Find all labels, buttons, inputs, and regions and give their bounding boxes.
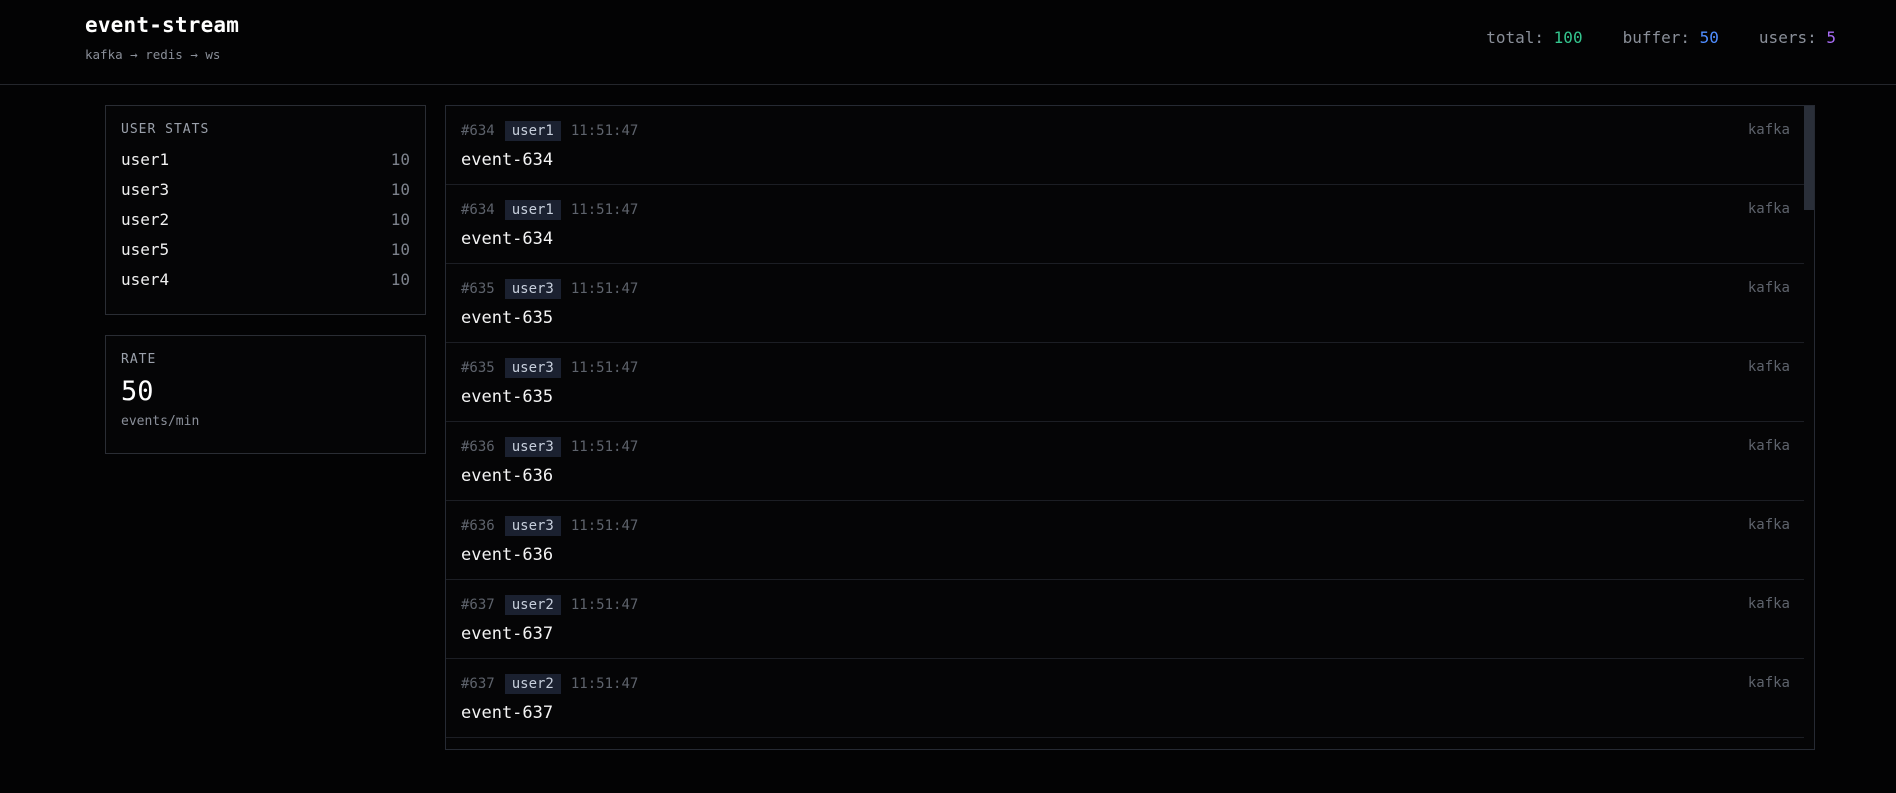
event-name: event-637 bbox=[461, 624, 554, 644]
event-id: #636 bbox=[461, 439, 495, 455]
stat-total-value: 100 bbox=[1553, 28, 1583, 47]
event-id: #637 bbox=[461, 676, 495, 692]
event-source: kafka bbox=[1747, 675, 1790, 691]
event-row[interactable]: #635 user3 11:51:47 kafka event-635 bbox=[446, 264, 1805, 343]
event-timestamp: 11:51:47 bbox=[570, 281, 639, 297]
event-row[interactable]: #636 user3 11:51:47 kafka event-636 bbox=[446, 501, 1805, 580]
user-stat-row: user4 10 bbox=[121, 264, 410, 294]
user-stat-name: user2 bbox=[121, 209, 170, 229]
rate-value: 50 bbox=[121, 376, 154, 407]
rate-unit: events/min bbox=[121, 414, 200, 429]
rate-title: RATE bbox=[121, 352, 157, 367]
event-meta: #635 user3 11:51:47 bbox=[461, 279, 638, 299]
event-user-badge: user2 bbox=[504, 595, 561, 615]
event-name: event-636 bbox=[461, 545, 554, 565]
event-meta: #637 user2 11:51:47 bbox=[461, 595, 638, 615]
event-id: #635 bbox=[461, 360, 495, 376]
event-name: event-635 bbox=[461, 387, 554, 407]
event-timestamp: 11:51:47 bbox=[570, 360, 639, 376]
event-source: kafka bbox=[1747, 122, 1790, 138]
event-row[interactable]: #636 user3 11:51:47 kafka event-636 bbox=[446, 422, 1805, 501]
stat-buffer: buffer: 50 bbox=[1623, 28, 1719, 47]
stat-users-value: 5 bbox=[1826, 28, 1836, 47]
event-id: #634 bbox=[461, 202, 495, 218]
event-row[interactable]: #637 user2 11:51:47 kafka event-637 bbox=[446, 580, 1805, 659]
feed-scroll-thumb[interactable] bbox=[1804, 106, 1814, 210]
user-stat-row: user1 10 bbox=[121, 144, 410, 174]
user-stat-name: user3 bbox=[121, 179, 170, 199]
stat-total-label: total: bbox=[1486, 28, 1545, 47]
event-row[interactable]: #637 user2 11:51:47 kafka event-637 bbox=[446, 659, 1805, 738]
event-user-badge: user3 bbox=[504, 279, 561, 299]
event-timestamp: 11:51:47 bbox=[570, 123, 639, 139]
event-timestamp: 11:51:47 bbox=[570, 439, 639, 455]
user-stat-count: 10 bbox=[390, 179, 410, 199]
event-meta: #636 user3 11:51:47 bbox=[461, 437, 638, 457]
rate-panel: RATE 50 events/min bbox=[105, 335, 426, 454]
event-source: kafka bbox=[1747, 280, 1790, 296]
event-source: kafka bbox=[1747, 596, 1790, 612]
event-user-badge: user2 bbox=[504, 674, 561, 694]
user-stats-panel: USER STATS user1 10 user3 10 user2 10 us… bbox=[105, 105, 426, 315]
event-id: #636 bbox=[461, 518, 495, 534]
event-row[interactable]: #634 user1 11:51:47 kafka event-634 bbox=[446, 106, 1805, 185]
event-id: #634 bbox=[461, 123, 495, 139]
event-source: kafka bbox=[1747, 438, 1790, 454]
event-row[interactable]: #634 user1 11:51:47 kafka event-634 bbox=[446, 185, 1805, 264]
stat-total: total: 100 bbox=[1486, 28, 1582, 47]
event-meta: #634 user1 11:51:47 bbox=[461, 121, 638, 141]
feed-scrollbar[interactable] bbox=[1804, 106, 1814, 749]
stat-users: users: 5 bbox=[1759, 28, 1836, 47]
event-meta: #635 user3 11:51:47 bbox=[461, 358, 638, 378]
event-user-badge: user1 bbox=[504, 121, 561, 141]
user-stat-count: 10 bbox=[390, 239, 410, 259]
user-stat-name: user1 bbox=[121, 149, 170, 169]
user-stat-count: 10 bbox=[390, 269, 410, 289]
event-timestamp: 11:51:47 bbox=[570, 518, 639, 534]
app-header: event-stream kafka → redis → ws total: 1… bbox=[0, 0, 1896, 85]
header-stats: total: 100 buffer: 50 users: 5 bbox=[1486, 28, 1836, 47]
user-stat-count: 10 bbox=[390, 209, 410, 229]
event-source: kafka bbox=[1747, 517, 1790, 533]
user-stats-list: user1 10 user3 10 user2 10 user5 10 user… bbox=[121, 144, 410, 294]
event-user-badge: user1 bbox=[504, 200, 561, 220]
event-row[interactable]: #635 user3 11:51:47 kafka event-635 bbox=[446, 343, 1805, 422]
event-timestamp: 11:51:47 bbox=[570, 202, 639, 218]
event-id: #637 bbox=[461, 597, 495, 613]
event-name: event-637 bbox=[461, 703, 554, 723]
user-stat-count: 10 bbox=[390, 149, 410, 169]
event-id: #635 bbox=[461, 281, 495, 297]
event-name: event-634 bbox=[461, 150, 554, 170]
event-timestamp: 11:51:47 bbox=[570, 597, 639, 613]
event-source: kafka bbox=[1747, 201, 1790, 217]
app-title: event-stream bbox=[85, 13, 240, 37]
event-source: kafka bbox=[1747, 359, 1790, 375]
user-stat-row: user3 10 bbox=[121, 174, 410, 204]
event-name: event-635 bbox=[461, 308, 554, 328]
event-name: event-634 bbox=[461, 229, 554, 249]
event-timestamp: 11:51:47 bbox=[570, 676, 639, 692]
user-stat-row: user5 10 bbox=[121, 234, 410, 264]
event-user-badge: user3 bbox=[504, 358, 561, 378]
pipeline-subtitle: kafka → redis → ws bbox=[85, 47, 221, 62]
event-meta: #637 user2 11:51:47 bbox=[461, 674, 638, 694]
stat-users-label: users: bbox=[1758, 28, 1817, 47]
user-stats-title: USER STATS bbox=[121, 122, 210, 137]
event-user-badge: user3 bbox=[504, 437, 561, 457]
event-feed[interactable]: #634 user1 11:51:47 kafka event-634 #634… bbox=[445, 105, 1815, 750]
stat-buffer-label: buffer: bbox=[1622, 28, 1691, 47]
stat-buffer-value: 50 bbox=[1699, 28, 1719, 47]
event-meta: #636 user3 11:51:47 bbox=[461, 516, 638, 536]
event-user-badge: user3 bbox=[504, 516, 561, 536]
user-stat-name: user5 bbox=[121, 239, 170, 259]
event-meta: #634 user1 11:51:47 bbox=[461, 200, 638, 220]
user-stat-row: user2 10 bbox=[121, 204, 410, 234]
user-stat-name: user4 bbox=[121, 269, 170, 289]
event-name: event-636 bbox=[461, 466, 554, 486]
